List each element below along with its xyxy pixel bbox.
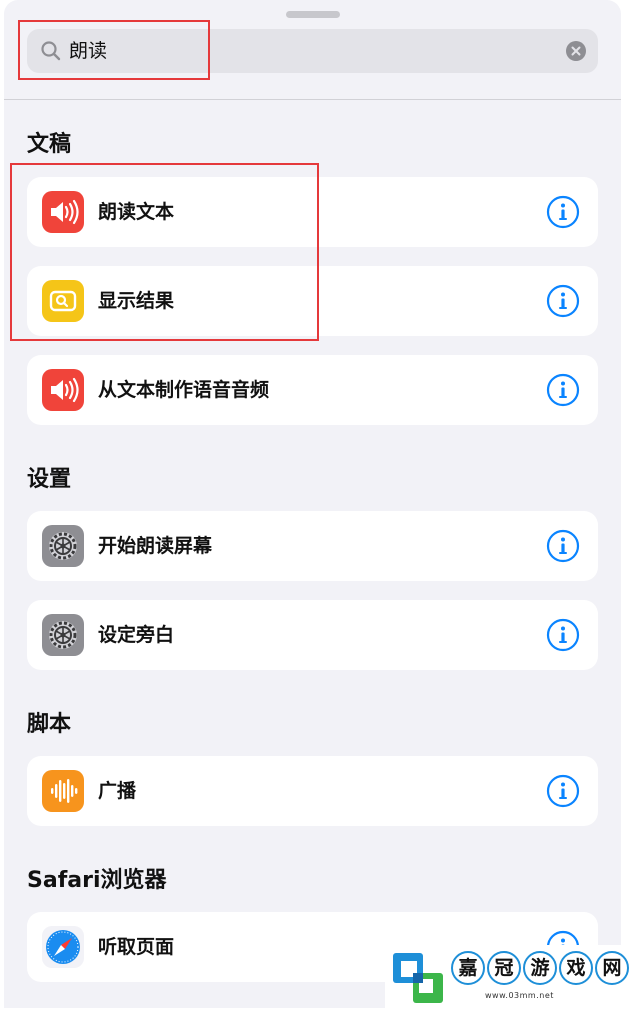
settings-gear-icon <box>42 525 84 567</box>
action-label: 设定旁白 <box>98 624 175 646</box>
section-title-scripting: 脚本 <box>27 712 72 737</box>
watermark-text: 嘉 冠 游 戏 网 <box>451 951 629 985</box>
action-row-show-result[interactable]: 显示结果 <box>27 266 598 336</box>
info-icon[interactable] <box>546 618 580 652</box>
action-label: 显示结果 <box>98 290 175 312</box>
action-search-sheet: 朗读 文稿 朗读文本 显示结果 从文本制作语音音频 设置 开始朗读屏幕 设定旁白… <box>4 0 621 1008</box>
watermark-char: 嘉 <box>451 951 485 985</box>
settings-gear-icon <box>42 614 84 656</box>
watermark-logo-icon <box>391 951 445 1005</box>
action-label: 听取页面 <box>98 936 175 958</box>
action-label: 朗读文本 <box>98 201 175 223</box>
info-icon[interactable] <box>546 195 580 229</box>
section-title-settings: 设置 <box>27 467 72 492</box>
action-label: 开始朗读屏幕 <box>98 535 213 557</box>
watermark-char: 游 <box>523 951 557 985</box>
action-label: 广播 <box>98 780 137 802</box>
sheet-grabber[interactable] <box>286 11 340 18</box>
action-row-broadcast[interactable]: 广播 <box>27 756 598 826</box>
safari-compass-icon <box>42 926 84 968</box>
action-label: 从文本制作语音音频 <box>98 379 270 401</box>
section-title-documents: 文稿 <box>27 132 72 157</box>
section-title-safari: Safari浏览器 <box>27 868 167 893</box>
info-icon[interactable] <box>546 284 580 318</box>
speaker-icon <box>42 191 84 233</box>
speaker-icon <box>42 369 84 411</box>
watermark-char: 冠 <box>487 951 521 985</box>
action-row-start-speak-screen[interactable]: 开始朗读屏幕 <box>27 511 598 581</box>
search-input[interactable]: 朗读 <box>69 29 107 73</box>
action-row-speak-text[interactable]: 朗读文本 <box>27 177 598 247</box>
action-row-set-voiceover[interactable]: 设定旁白 <box>27 600 598 670</box>
info-icon[interactable] <box>546 373 580 407</box>
watermark-url: www.03mm.net <box>485 991 554 1000</box>
watermark-char: 网 <box>595 951 629 985</box>
watermark: 嘉 冠 游 戏 网 www.03mm.net <box>385 945 637 1008</box>
quick-look-icon <box>42 280 84 322</box>
info-icon[interactable] <box>546 529 580 563</box>
watermark-char: 戏 <box>559 951 593 985</box>
waveform-icon <box>42 770 84 812</box>
action-row-make-spoken-audio[interactable]: 从文本制作语音音频 <box>27 355 598 425</box>
search-divider <box>4 99 621 100</box>
clear-search-icon[interactable] <box>566 41 586 61</box>
search-icon <box>39 39 63 63</box>
search-bar[interactable]: 朗读 <box>27 29 598 73</box>
info-icon[interactable] <box>546 774 580 808</box>
